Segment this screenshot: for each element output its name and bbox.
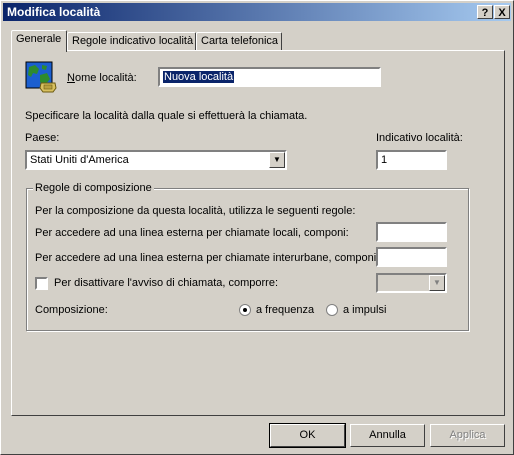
tone-radio[interactable] [239,304,251,316]
dialing-rules-title: Regole di composizione [33,182,154,194]
ok-button[interactable]: OK [269,423,346,448]
dialing-rules-intro: Per la composizione da questa località, … [35,205,356,217]
call-waiting-checkbox[interactable] [35,277,48,290]
location-name-value: Nuova località [163,71,235,83]
country-label: Paese: [25,132,60,144]
location-name-input[interactable]: Nuova località [158,67,381,87]
globe-phone-icon [25,61,57,93]
area-code-input[interactable]: 1 [376,150,447,170]
dialog-window: Modifica località ? X Generale Regole in… [0,0,514,455]
long-distance-label: Per accedere ad una linea esterna per ch… [35,252,380,264]
tone-radio-label: a frequenza [256,304,315,316]
pulse-radio-label: a impulsi [343,304,387,316]
local-access-input[interactable] [376,222,447,242]
country-select[interactable]: Stati Uniti d'America ▼ [25,150,287,170]
country-value: Stati Uniti d'America [30,154,129,166]
long-distance-input[interactable] [376,247,447,267]
location-name-label-text: ome località: [74,72,137,84]
pulse-radio[interactable] [326,304,338,316]
chevron-down-icon[interactable]: ▼ [429,275,445,291]
apply-button[interactable]: Applica [430,424,505,447]
call-waiting-label: Per disattivare l'avviso di chiamata, co… [54,277,279,289]
local-access-label: Per accedere ad una linea esterna per ch… [35,227,349,239]
location-name-label: Nome località: [67,72,137,84]
call-waiting-select[interactable]: ▼ [376,273,447,293]
cancel-button[interactable]: Annulla [350,424,425,447]
area-code-value: 1 [381,154,388,166]
specify-text: Specificare la località dalla quale si e… [25,110,308,122]
dialing-mode-label: Composizione: [35,304,108,316]
radio-selected-dot [243,308,247,312]
area-code-label: Indicativo località: [376,132,463,144]
chevron-down-icon[interactable]: ▼ [269,152,285,168]
